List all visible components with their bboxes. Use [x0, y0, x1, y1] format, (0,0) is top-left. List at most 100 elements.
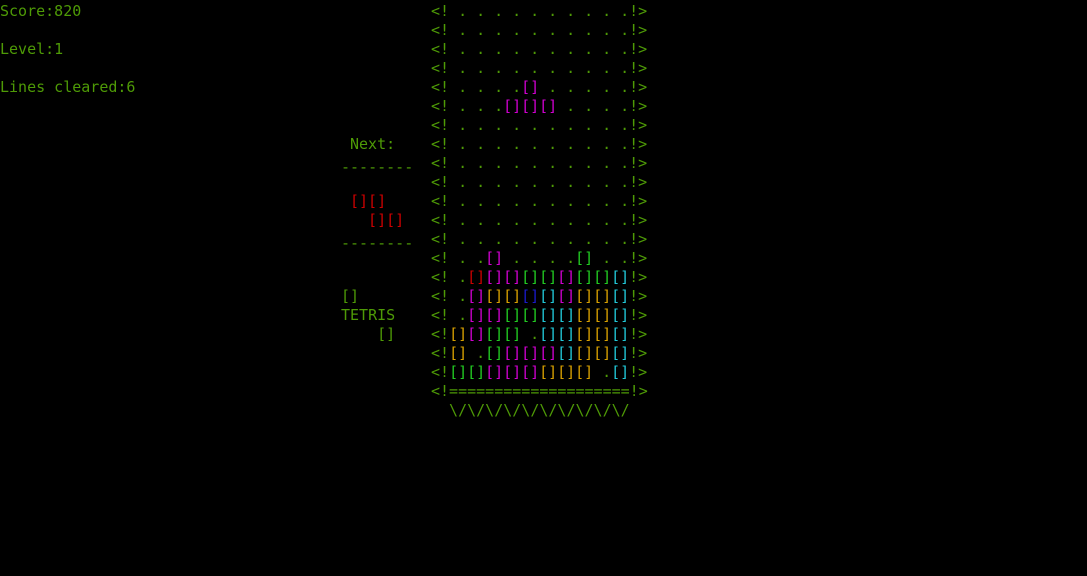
- block-cell: []: [557, 363, 576, 381]
- empty-cell: .: [521, 211, 540, 229]
- right-wall: !>: [629, 78, 648, 96]
- board-row: <! .[][][][][][][][][]!>: [431, 306, 648, 325]
- empty-cell: .: [593, 97, 612, 115]
- board-row: <![] .[][][][][][][][]!>: [431, 344, 648, 363]
- empty-cell: .: [593, 154, 612, 172]
- block-cell: []: [575, 325, 594, 343]
- empty-cell: .: [503, 40, 522, 58]
- empty-cell: .: [539, 78, 558, 96]
- empty-cell: .: [503, 78, 522, 96]
- left-wall: <!: [431, 363, 450, 381]
- block-cell: []: [485, 363, 504, 381]
- empty-cell: .: [575, 173, 594, 191]
- block-cell: []: [539, 268, 558, 286]
- empty-cell: .: [467, 21, 486, 39]
- block-cell: []: [503, 363, 522, 381]
- empty-cell: .: [575, 192, 594, 210]
- right-wall: !>: [629, 173, 648, 191]
- empty-cell: .: [467, 59, 486, 77]
- empty-cell: .: [449, 59, 468, 77]
- empty-cell: .: [467, 249, 486, 267]
- logo-block-top: []: [341, 287, 360, 305]
- empty-cell: .: [593, 211, 612, 229]
- empty-cell: .: [611, 211, 630, 229]
- empty-cell: .: [575, 78, 594, 96]
- board-row: <! . . . . . . . . . .!>: [431, 154, 648, 173]
- empty-cell: .: [449, 78, 468, 96]
- empty-cell: .: [485, 154, 504, 172]
- empty-cell: .: [557, 116, 576, 134]
- board-row: <! . . .[][][] . . . .!>: [431, 97, 648, 116]
- empty-cell: .: [485, 21, 504, 39]
- block-cell: []: [557, 325, 576, 343]
- right-wall: !>: [629, 268, 648, 286]
- block-cell: []: [485, 344, 504, 362]
- left-wall: <!: [431, 249, 450, 267]
- empty-cell: .: [449, 268, 468, 286]
- empty-cell: .: [449, 192, 468, 210]
- board-row: <![][][][] .[][][][][]!>: [431, 325, 648, 344]
- board-row: <![][][][][][][][] .[]!>: [431, 363, 648, 382]
- empty-cell: .: [575, 211, 594, 229]
- right-wall: !>: [629, 249, 648, 267]
- left-wall: <!: [431, 306, 450, 324]
- right-wall: !>: [629, 21, 648, 39]
- empty-cell: .: [593, 192, 612, 210]
- board-floor: <!====================!>: [431, 382, 648, 400]
- empty-cell: .: [449, 173, 468, 191]
- block-cell: []: [557, 287, 576, 305]
- block-cell: []: [593, 325, 612, 343]
- empty-cell: .: [557, 154, 576, 172]
- right-wall: !>: [629, 287, 648, 305]
- empty-cell: .: [449, 249, 468, 267]
- block-cell: []: [611, 306, 630, 324]
- empty-cell: .: [557, 97, 576, 115]
- left-wall: <!: [431, 211, 450, 229]
- empty-cell: .: [557, 211, 576, 229]
- empty-cell: .: [539, 135, 558, 153]
- empty-cell: .: [503, 21, 522, 39]
- empty-cell: .: [521, 325, 540, 343]
- block-cell: []: [485, 306, 504, 324]
- empty-cell: .: [557, 173, 576, 191]
- empty-cell: .: [467, 344, 486, 362]
- block-cell: []: [557, 268, 576, 286]
- empty-cell: .: [521, 192, 540, 210]
- empty-cell: .: [557, 40, 576, 58]
- empty-cell: .: [539, 21, 558, 39]
- block-cell: []: [467, 287, 486, 305]
- block-cell: []: [467, 325, 486, 343]
- empty-cell: .: [467, 116, 486, 134]
- empty-cell: .: [485, 135, 504, 153]
- empty-cell: .: [575, 135, 594, 153]
- score-display: Score:820: [0, 2, 82, 20]
- empty-cell: .: [593, 116, 612, 134]
- block-cell: []: [593, 306, 612, 324]
- right-wall: !>: [629, 230, 648, 248]
- empty-cell: .: [521, 249, 540, 267]
- block-cell: []: [611, 325, 630, 343]
- empty-cell: .: [521, 40, 540, 58]
- empty-cell: .: [449, 230, 468, 248]
- block-cell: []: [593, 344, 612, 362]
- empty-cell: .: [449, 116, 468, 134]
- empty-cell: .: [521, 154, 540, 172]
- block-cell: []: [539, 325, 558, 343]
- block-cell: []: [485, 325, 504, 343]
- board-row: <! .[][][][][][][][][]!>: [431, 268, 648, 287]
- block-cell: []: [593, 268, 612, 286]
- empty-cell: .: [503, 173, 522, 191]
- empty-cell: .: [485, 59, 504, 77]
- block-cell: []: [539, 287, 558, 305]
- empty-cell: .: [539, 249, 558, 267]
- empty-cell: .: [521, 59, 540, 77]
- block-cell: []: [575, 287, 594, 305]
- empty-cell: .: [611, 59, 630, 77]
- board-row: <! . . . . . . . . . .!>: [431, 40, 648, 59]
- left-wall: <!: [431, 97, 450, 115]
- empty-cell: .: [485, 116, 504, 134]
- empty-cell: .: [557, 230, 576, 248]
- lines-cleared-display: Lines cleared:6: [0, 78, 136, 96]
- game-board: <! . . . . . . . . . .!> <! . . . . . . .…: [431, 2, 648, 420]
- block-cell: []: [521, 78, 540, 96]
